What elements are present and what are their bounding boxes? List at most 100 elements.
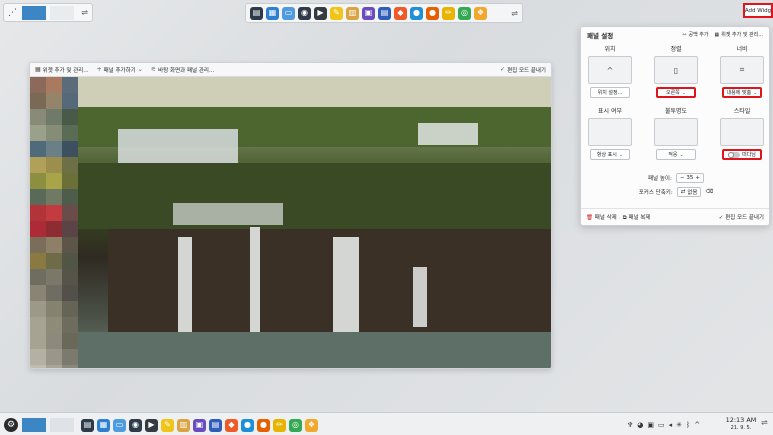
browser-icon[interactable]: ● (241, 418, 254, 432)
add-widgets-button[interactable]: Add Widg (743, 3, 773, 18)
document-icon[interactable]: ▤ (378, 6, 391, 20)
pixel-block (46, 317, 62, 333)
pixel-block (46, 141, 62, 157)
middle-falls (173, 203, 283, 225)
duplicate-panel-button[interactable]: ⧉ 패널 복제 (623, 213, 651, 222)
exit-edit-mode-button[interactable]: ✓ 편집 모드 끝내기 (719, 213, 764, 221)
drag-handle-icon[interactable]: ⇌ (761, 418, 768, 427)
widget-manage-label: 위젯 추가 및 관리... (721, 32, 763, 38)
pixel-block (62, 93, 78, 109)
focus-shortcut-button[interactable]: ⇄ 없음 (676, 187, 702, 197)
location-button[interactable]: 위치 설정... (590, 87, 630, 98)
volume-icon[interactable]: ◂ (669, 421, 673, 429)
top-panel: ⋰ ⇌ ▤ ▦ ▭ ◉ ▶ ✎ ▥ ▣ ▤ ◆ ● ● ✏ ◎ ❖ ⇌ Add Widg (0, 0, 773, 25)
kde-icon[interactable]: ⋰ (8, 8, 18, 18)
disc-icon[interactable]: ◉ (298, 6, 311, 20)
clear-shortcut-icon[interactable]: ⌫ (705, 189, 713, 195)
exit-edit-mode-item[interactable]: ✓ 편집 모드 끝내기 (500, 66, 546, 74)
widget-manage-button[interactable]: ▦ 위젯 추가 및 관리... (715, 31, 763, 39)
alignment-column: 정렬 ▯ 오른쪽 ⌄ (653, 45, 699, 98)
desktop-icon[interactable]: ▤ (250, 6, 263, 20)
folder-icon[interactable]: ▭ (282, 6, 295, 20)
panel-toolbar: ▦ 위젯 추가 및 관리... + 패널 추가하기 ⌄ ⚟ 바탕 화면과 패널 … (30, 63, 551, 77)
visibility-preview[interactable] (588, 118, 632, 146)
minus-icon[interactable]: − (680, 175, 685, 181)
display-icon[interactable]: ▭ (658, 421, 665, 429)
style-column: 스타일 떠다님 (719, 107, 765, 160)
terminal-icon[interactable]: ▶ (145, 418, 158, 432)
alignment-dropdown[interactable]: 오른쪽 ⌄ (656, 87, 696, 98)
archive-icon[interactable]: ▥ (346, 6, 359, 20)
panel-height-row: 패널 높이: − 35 + (587, 173, 765, 183)
clipboard-icon[interactable]: ♆ (627, 421, 633, 429)
delete-panel-button[interactable]: 🗑 패널 삭제 (586, 213, 617, 221)
store-icon[interactable]: ▦ (97, 418, 110, 432)
bluetooth-icon[interactable]: ᛒ (686, 421, 690, 429)
update-icon[interactable]: ❖ (474, 6, 487, 20)
add-widgets-item[interactable]: ▦ 위젯 추가 및 관리... (35, 66, 89, 74)
brightness-icon[interactable]: ✳ (676, 421, 682, 429)
desktop-settings-icon: ⚟ (150, 66, 157, 73)
location-column: 위치 ^ 위치 설정... (587, 45, 633, 98)
top-left-widget[interactable]: ⋰ ⇌ (3, 3, 93, 22)
drag-handle-icon[interactable]: ⇌ (81, 8, 88, 17)
pixel-block (46, 365, 62, 368)
folder-icon[interactable]: ▭ (113, 418, 126, 432)
update-icon[interactable]: ❖ (305, 418, 318, 432)
desktop-icon[interactable]: ▤ (81, 418, 94, 432)
floating-toggle[interactable]: 떠다님 (722, 149, 762, 160)
digital-clock[interactable]: 12:13 AM 21. 9. 5. (724, 416, 758, 432)
opacity-dropdown[interactable]: 적응 ⌄ (656, 149, 696, 160)
width-preview[interactable]: ⌗ (720, 56, 764, 84)
style-preview[interactable] (720, 118, 764, 146)
pager-active[interactable] (22, 5, 46, 20)
disc-icon[interactable]: ◉ (129, 418, 142, 432)
pager-inactive[interactable] (50, 417, 74, 432)
pixelated-strip (30, 77, 78, 368)
notes-icon[interactable]: ✎ (330, 6, 343, 20)
chrome-icon[interactable]: ◎ (458, 6, 471, 20)
color-picker-icon[interactable]: ◕ (637, 421, 643, 429)
brave-icon[interactable]: ◆ (225, 418, 238, 432)
shortcut-icon: ⇄ (680, 189, 686, 195)
location-preview[interactable]: ^ (588, 56, 632, 84)
visibility-dropdown[interactable]: 항상 표시 ⌄ (590, 149, 630, 160)
width-label: 너비 (736, 46, 748, 53)
chevron-down-icon: ⌄ (679, 151, 684, 158)
pager-inactive[interactable] (50, 5, 74, 20)
pager-active[interactable] (22, 417, 46, 432)
manage-panels-item[interactable]: ⚟ 바탕 화면과 패널 관리... (151, 66, 214, 74)
add-spacer-button[interactable]: ⇿ 공백 추가 (682, 31, 708, 39)
width-dropdown[interactable]: 내용에 맞춤 ⌄ (721, 87, 763, 98)
image-viewer-icon[interactable]: ▣ (362, 6, 375, 20)
firefox-icon[interactable]: ● (426, 6, 439, 20)
pixel-block (30, 221, 46, 237)
image-viewer-icon[interactable]: ▣ (193, 418, 206, 432)
pencil-icon[interactable]: ✏ (273, 418, 286, 432)
expand-icon[interactable]: ^ (694, 421, 700, 429)
brave-icon[interactable]: ◆ (394, 6, 407, 20)
network-icon[interactable]: ▣ (647, 421, 654, 429)
add-panel-item[interactable]: + 패널 추가하기 ⌄ (97, 66, 143, 74)
chrome-icon[interactable]: ◎ (289, 418, 302, 432)
plus-icon[interactable]: + (695, 175, 700, 181)
store-icon[interactable]: ▦ (266, 6, 279, 20)
notes-icon[interactable]: ✎ (161, 418, 174, 432)
pixel-block (46, 189, 62, 205)
pencil-icon[interactable]: ✏ (442, 6, 455, 20)
panel-height-spinbox[interactable]: − 35 + (675, 173, 705, 183)
archive-icon[interactable]: ▥ (177, 418, 190, 432)
alignment-preview[interactable]: ▯ (654, 56, 698, 84)
panel-height-value: 35 (686, 175, 694, 181)
terminal-icon[interactable]: ▶ (314, 6, 327, 20)
pixel-block (62, 109, 78, 125)
toggle-switch[interactable] (728, 151, 741, 158)
application-launcher-icon[interactable]: ⚙ (4, 417, 18, 432)
browser-icon[interactable]: ● (410, 6, 423, 20)
document-icon[interactable]: ▤ (209, 418, 222, 432)
drag-handle-icon[interactable]: ⇌ (511, 9, 518, 18)
firefox-icon[interactable]: ● (257, 418, 270, 432)
focus-shortcut-value: 없음 (687, 190, 698, 196)
pixel-block (62, 237, 78, 253)
opacity-preview[interactable] (654, 118, 698, 146)
